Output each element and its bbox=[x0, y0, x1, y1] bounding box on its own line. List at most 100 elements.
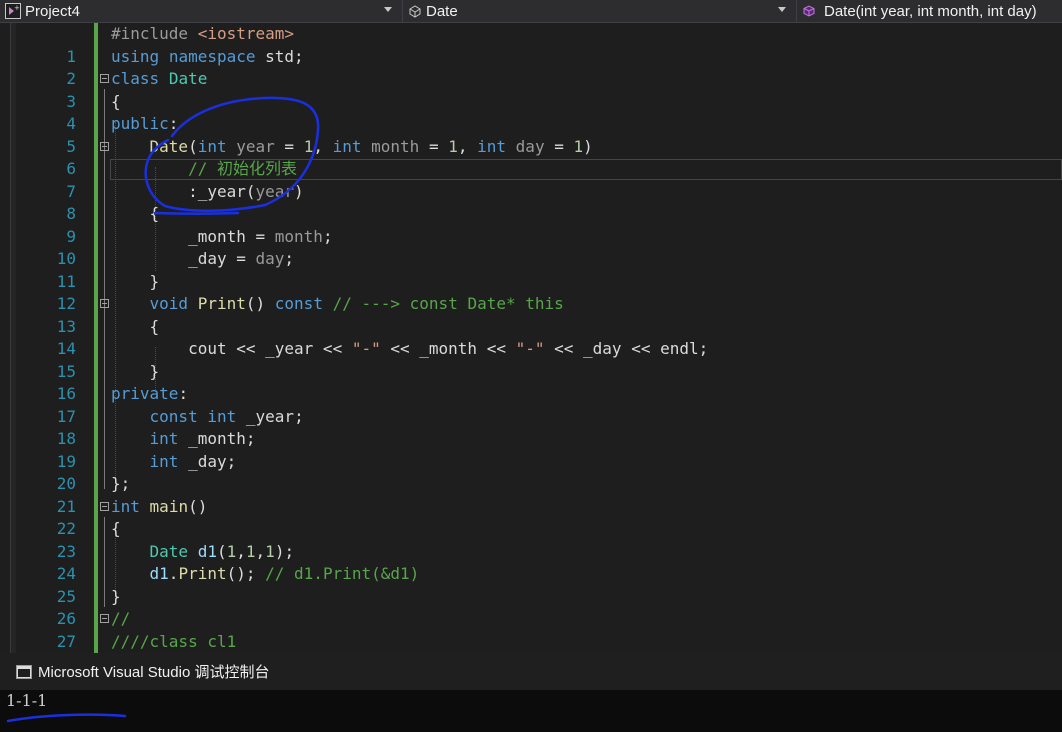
code-line: 11 _day = day; bbox=[0, 248, 1062, 291]
code-line: 22 int main() bbox=[0, 495, 1062, 538]
member-label: Date(int year, int month, int day) bbox=[824, 2, 1037, 20]
change-marker bbox=[94, 158, 98, 181]
code-text: cout << _year << "-" << _month << "-" <<… bbox=[111, 339, 709, 358]
code-text: { bbox=[111, 519, 121, 538]
collapse-icon[interactable] bbox=[100, 141, 109, 151]
code-line: 2 using namespace std; bbox=[0, 45, 1062, 88]
code-text: { bbox=[111, 91, 121, 111]
change-marker bbox=[94, 90, 98, 113]
scope-dropdown[interactable]: Date bbox=[402, 0, 792, 22]
code-line: 10 _month = month; bbox=[0, 225, 1062, 268]
chevron-down-icon[interactable] bbox=[384, 7, 392, 12]
code-line: 19 int _month; bbox=[0, 428, 1062, 471]
code-line: 8 :_year(year) bbox=[0, 180, 1062, 223]
code-text: using namespace std; bbox=[111, 46, 304, 66]
code-text: Date(int year = 1, int month = 1, int da… bbox=[149, 136, 593, 156]
code-text: class Date bbox=[111, 69, 208, 88]
code-line: 18 const int _year; bbox=[0, 405, 1062, 448]
code-text: int main() bbox=[111, 496, 208, 516]
code-text: private: bbox=[111, 384, 189, 403]
class-icon bbox=[409, 5, 421, 18]
svg-text:++: ++ bbox=[14, 4, 21, 12]
change-marker bbox=[94, 270, 98, 293]
console-title-bar[interactable]: Microsoft Visual Studio 调试控制台 bbox=[0, 653, 1062, 690]
collapse-icon[interactable] bbox=[100, 501, 109, 511]
change-marker bbox=[94, 608, 98, 631]
code-line: 4 { bbox=[0, 90, 1062, 133]
code-text: _month = month; bbox=[188, 226, 333, 246]
code-text: const int _year; bbox=[149, 406, 304, 426]
code-line: 26 } bbox=[0, 585, 1062, 628]
code-line: 9 { bbox=[0, 203, 1062, 246]
code-line: 3 class Date bbox=[0, 68, 1062, 111]
change-marker bbox=[94, 450, 98, 473]
code-line: 14 { bbox=[0, 315, 1062, 358]
change-marker bbox=[94, 180, 98, 203]
code-text: int _month; bbox=[149, 429, 256, 448]
scope-label: Date bbox=[426, 2, 458, 20]
collapse-icon[interactable] bbox=[100, 299, 109, 308]
code-text: } bbox=[111, 586, 121, 606]
code-line: 23 { bbox=[0, 518, 1062, 561]
change-marker bbox=[94, 383, 98, 406]
code-line: 13 void Print() const // ---> const Date… bbox=[0, 293, 1062, 336]
code-line: 1 #include <iostream> bbox=[0, 23, 1062, 66]
collapse-icon[interactable] bbox=[100, 614, 109, 623]
code-text: // bbox=[111, 609, 131, 628]
change-marker bbox=[94, 293, 98, 316]
debug-console[interactable]: Microsoft Visual Studio 调试控制台 1-1-1 bbox=[0, 653, 1062, 732]
member-dropdown[interactable]: Date(int year, int month, int day) bbox=[796, 0, 1062, 22]
code-text: :_year(year) bbox=[111, 181, 304, 201]
code-text: }; bbox=[111, 474, 131, 493]
code-text: { bbox=[111, 204, 160, 223]
chevron-down-icon[interactable] bbox=[778, 7, 786, 12]
change-marker bbox=[94, 518, 98, 541]
change-marker bbox=[94, 225, 98, 248]
change-marker bbox=[94, 113, 98, 136]
code-line: 20 int _day; bbox=[0, 450, 1062, 493]
code-line: 15 cout << _year << "-" << _month << "-"… bbox=[0, 338, 1062, 381]
code-text: { bbox=[111, 316, 160, 336]
code-line: 28 ////class cl1 bbox=[0, 630, 1062, 653]
change-marker bbox=[94, 495, 98, 518]
collapse-icon[interactable] bbox=[100, 74, 109, 83]
change-marker bbox=[94, 23, 98, 46]
code-line: 6 Date(int year = 1, int month = 1, int … bbox=[0, 135, 1062, 178]
code-line: 16 } bbox=[0, 360, 1062, 403]
change-marker bbox=[94, 630, 98, 653]
code-text: } bbox=[111, 361, 160, 381]
code-text: Date d1(1,1,1); bbox=[149, 541, 295, 561]
change-marker bbox=[94, 248, 98, 271]
change-marker bbox=[94, 45, 98, 68]
change-marker bbox=[94, 203, 98, 226]
code-text: void Print() const // ---> const Date* t… bbox=[149, 294, 564, 313]
change-marker bbox=[94, 68, 98, 91]
code-line: 12 } bbox=[0, 270, 1062, 313]
code-text: int _day; bbox=[149, 451, 237, 471]
change-marker bbox=[94, 405, 98, 428]
console-window-icon bbox=[16, 664, 32, 679]
code-line: 27 // bbox=[0, 608, 1062, 651]
change-marker bbox=[94, 540, 98, 563]
code-text: public: bbox=[111, 114, 179, 133]
code-line: 21 }; bbox=[0, 473, 1062, 516]
change-marker bbox=[94, 360, 98, 383]
change-marker bbox=[94, 473, 98, 496]
console-title: Microsoft Visual Studio 调试控制台 bbox=[38, 664, 270, 681]
code-editor[interactable]: 1 #include <iostream> 2 using namespace … bbox=[0, 23, 1062, 653]
code-line: 5 public: bbox=[0, 113, 1062, 156]
console-output: 1-1-1 bbox=[6, 691, 48, 710]
change-marker bbox=[94, 315, 98, 338]
project-dropdown[interactable]: ++ Project4 bbox=[0, 0, 398, 22]
code-text: _day = day; bbox=[188, 249, 295, 268]
change-marker bbox=[94, 338, 98, 361]
code-line: 25 d1.Print(); // d1.Print(&d1) bbox=[0, 563, 1062, 606]
navigation-bar: ++ Project4 Date Date(int year, int mont… bbox=[0, 0, 1062, 23]
code-text: d1.Print(); // d1.Print(&d1) bbox=[149, 564, 420, 583]
code-text: ////class cl1 bbox=[111, 631, 237, 651]
cpp-project-icon: ++ bbox=[5, 3, 21, 19]
code-line: 7 // 初始化列表 bbox=[0, 158, 1062, 201]
change-marker bbox=[94, 563, 98, 586]
method-cube-icon bbox=[803, 5, 815, 17]
project-label: Project4 bbox=[25, 2, 81, 20]
